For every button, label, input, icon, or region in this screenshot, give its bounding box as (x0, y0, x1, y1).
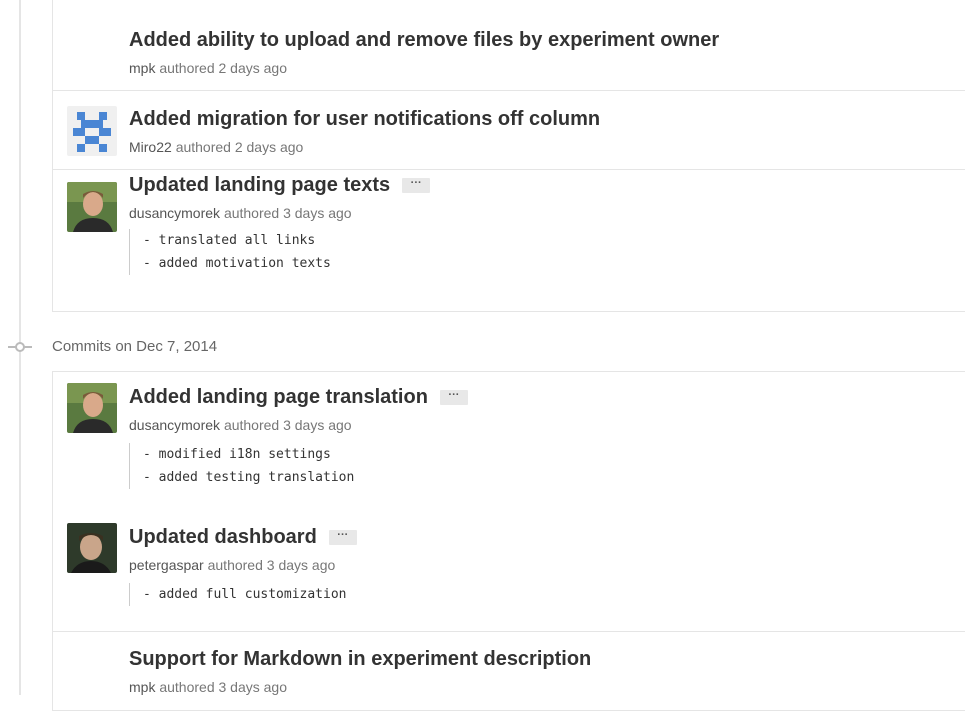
commit-item: Updated landing page texts ··· dusancymor… (53, 169, 965, 313)
user-photo-avatar (67, 182, 117, 232)
commit-author-link[interactable]: mpk (129, 60, 155, 76)
commit-author-link[interactable]: mpk (129, 679, 155, 695)
ellipsis-icon[interactable]: ··· (439, 390, 468, 406)
commit-time: authored 3 days ago (223, 205, 352, 221)
description-line: - modified i18n settings (143, 447, 331, 462)
commit-author-link[interactable]: dusancymorek (129, 417, 220, 433)
commit-time: authored 3 days ago (159, 679, 287, 695)
avatar[interactable] (67, 523, 117, 573)
commit-title-link[interactable]: Added migration for user notifications o… (129, 108, 600, 131)
commit-description: - modified i18n settings - added testing… (129, 443, 354, 489)
commit-time: authored 2 days ago (159, 60, 287, 76)
description-line: - translated all links (143, 233, 316, 248)
commit-item: Support for Markdown in experiment descr… (53, 631, 965, 712)
commit-author-link[interactable]: dusancymorek (129, 205, 220, 221)
ellipsis-icon[interactable]: ··· (328, 530, 357, 546)
user-photo-avatar (67, 383, 117, 433)
commit-title-text: Added landing page translation (129, 386, 428, 408)
description-line: - added motivation texts (143, 256, 331, 271)
commit-meta: dusancymorek authored 3 days ago (129, 417, 352, 433)
avatar[interactable] (67, 106, 117, 156)
commit-title-link[interactable]: Added landing page translation ··· (129, 386, 468, 409)
commit-meta: mpk authored 2 days ago (129, 60, 287, 76)
commit-title-link[interactable]: Support for Markdown in experiment descr… (129, 648, 591, 671)
identicon-avatar (67, 106, 117, 156)
commit-title-link[interactable]: Added ability to upload and remove files… (129, 29, 719, 52)
commit-meta: dusancymorek authored 3 days ago (129, 205, 352, 221)
commit-author-link[interactable]: Miro22 (129, 139, 172, 155)
description-line: - added full customization (143, 587, 347, 602)
git-commit-icon (8, 342, 32, 352)
commit-title-text: Updated landing page texts (129, 174, 391, 196)
commit-item: Added ability to upload and remove files… (53, 0, 965, 91)
commit-meta: mpk authored 3 days ago (129, 679, 287, 695)
commit-time: authored 2 days ago (175, 139, 304, 155)
date-header: Commits on Dec 7, 2014 (0, 335, 400, 359)
description-line: - added testing translation (143, 470, 355, 485)
date-label: Commits on Dec 7, 2014 (52, 338, 218, 355)
commit-title-link[interactable]: Updated dashboard ··· (129, 526, 357, 549)
commit-author-link[interactable]: petergaspar (129, 557, 204, 573)
commit-description: - translated all links - added motivatio… (129, 229, 331, 275)
commit-time: authored 3 days ago (207, 557, 336, 573)
commit-title-text: Updated dashboard (129, 526, 317, 548)
commit-group: Added landing page translation ··· dusanc… (52, 371, 965, 711)
avatar[interactable] (67, 182, 117, 232)
commit-time: authored 3 days ago (223, 417, 352, 433)
commit-group: Added ability to upload and remove files… (52, 0, 965, 312)
commit-description: - added full customization (129, 583, 347, 606)
commit-meta: Miro22 authored 2 days ago (129, 139, 303, 155)
commit-item: Added landing page translation ··· dusanc… (53, 372, 965, 507)
commit-meta: petergaspar authored 3 days ago (129, 557, 335, 573)
commit-item: Updated dashboard ··· petergaspar authore… (53, 507, 965, 631)
ellipsis-icon[interactable]: ··· (402, 178, 431, 194)
user-photo-avatar (67, 523, 117, 573)
avatar[interactable] (67, 383, 117, 433)
commit-item: Added migration for user notifications o… (53, 90, 965, 170)
commit-title-link[interactable]: Updated landing page texts ··· (129, 174, 431, 197)
